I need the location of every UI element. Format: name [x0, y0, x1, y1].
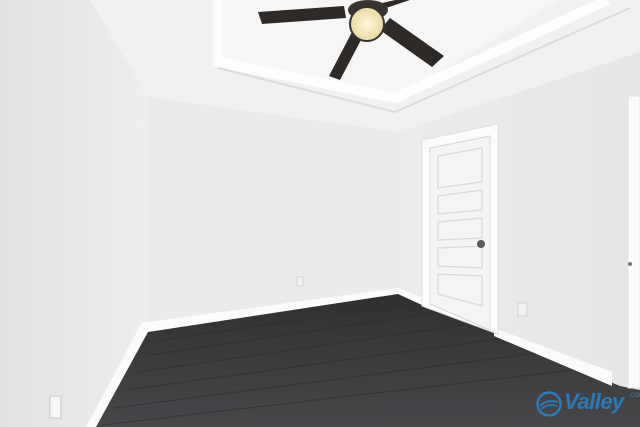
wall-outlet-left	[49, 395, 62, 419]
fan-light	[349, 6, 385, 42]
watermark-brand: Valley	[564, 389, 624, 414]
room-photo: Valley .com	[0, 0, 640, 427]
door-panel	[429, 135, 491, 331]
wall-outlet-right	[517, 302, 528, 317]
watermark-suffix: .com	[628, 390, 640, 399]
right-door-edge	[627, 95, 640, 389]
right-door-hinge	[628, 262, 632, 266]
room-illustration	[0, 0, 640, 427]
watermark: Valley .com	[536, 388, 640, 420]
valley-logo-icon	[536, 391, 562, 417]
door-knob	[477, 240, 485, 248]
wall-outlet-back	[296, 276, 304, 287]
